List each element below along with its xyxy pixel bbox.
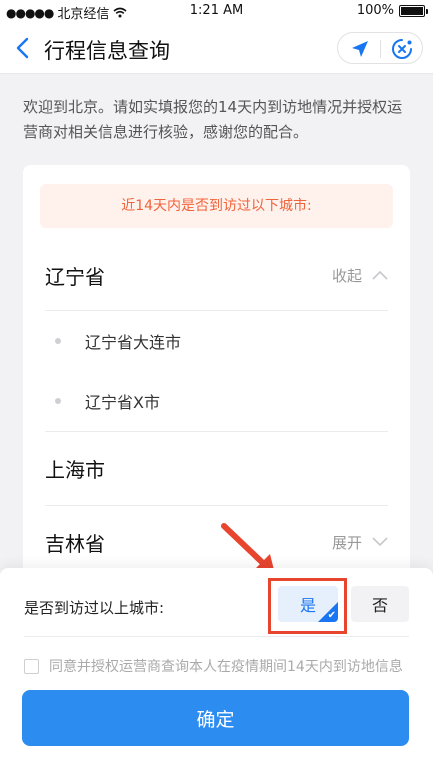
province-name: 辽宁省 (45, 264, 105, 289)
no-label: 否 (371, 596, 388, 615)
notice-banner: 近14天内是否到访过以下城市: (40, 184, 393, 228)
battery-icon (399, 4, 428, 17)
visit-question: 是否到访过以上城市: (24, 599, 165, 617)
province-name: 吉林省 (45, 531, 105, 556)
bullet-icon (55, 398, 61, 404)
annotation-highlight-box (268, 578, 347, 634)
list-item: 辽宁省大连市 (45, 311, 388, 371)
mini-program-capsule (337, 32, 423, 64)
province-row-shanghai[interactable]: 上海市 (45, 433, 388, 503)
intro-text: 欢迎到北京。请如实填报您的14天内到访地情况并授权运营商对相关信息进行核验，感谢… (23, 98, 403, 141)
close-circle-icon[interactable] (391, 38, 413, 60)
battery-percent: 100% (356, 3, 394, 18)
city-name: 辽宁省X市 (85, 393, 160, 412)
toggle-label: 展开 (331, 533, 362, 552)
location-arrow-icon[interactable] (350, 39, 370, 59)
chevron-left-icon (16, 37, 29, 59)
no-button[interactable]: 否 (351, 586, 409, 622)
consent-row[interactable]: 同意并授权运营商查询本人在疫情期间14天内到访地信息 (24, 656, 403, 676)
bullet-icon (55, 338, 61, 344)
capsule-divider (380, 40, 381, 58)
list-item: 辽宁省X市 (45, 371, 388, 431)
city-list-card: 近14天内是否到访过以下城市: 辽宁省 收起 辽宁省大连市 辽宁省X市 上海市 … (23, 165, 410, 585)
province-row-liaoning[interactable]: 辽宁省 收起 (45, 240, 388, 310)
consent-text: 同意并授权运营商查询本人在疫情期间14天内到访地信息 (49, 659, 403, 675)
consent-checkbox[interactable] (24, 658, 39, 674)
expand-toggle[interactable]: 展开 (332, 532, 388, 553)
province-name: 上海市 (45, 457, 105, 482)
row-divider (45, 431, 388, 432)
panel-divider (24, 636, 409, 637)
back-button[interactable] (8, 34, 36, 62)
status-right: 100% (356, 3, 428, 18)
nav-bar: 行程信息查询 (0, 22, 433, 74)
confirm-label: 确定 (196, 708, 235, 731)
bottom-panel: 是否到访过以上城市: 是 ✔ 否 同意并授权运营商查询本人在疫情期间14天内到访… (0, 568, 433, 770)
chevron-up-icon (372, 270, 388, 280)
collapse-toggle[interactable]: 收起 (332, 265, 388, 286)
page-title: 行程信息查询 (44, 39, 170, 63)
city-name: 辽宁省大连市 (85, 333, 182, 352)
province-row-jilin[interactable]: 吉林省 展开 (45, 507, 388, 577)
chevron-down-icon (372, 537, 388, 547)
toggle-label: 收起 (331, 266, 362, 285)
row-divider (45, 505, 388, 506)
status-bar: ●●●●● 北京经信 1:21 AM 100% (0, 0, 433, 22)
confirm-button[interactable]: 确定 (22, 690, 409, 746)
